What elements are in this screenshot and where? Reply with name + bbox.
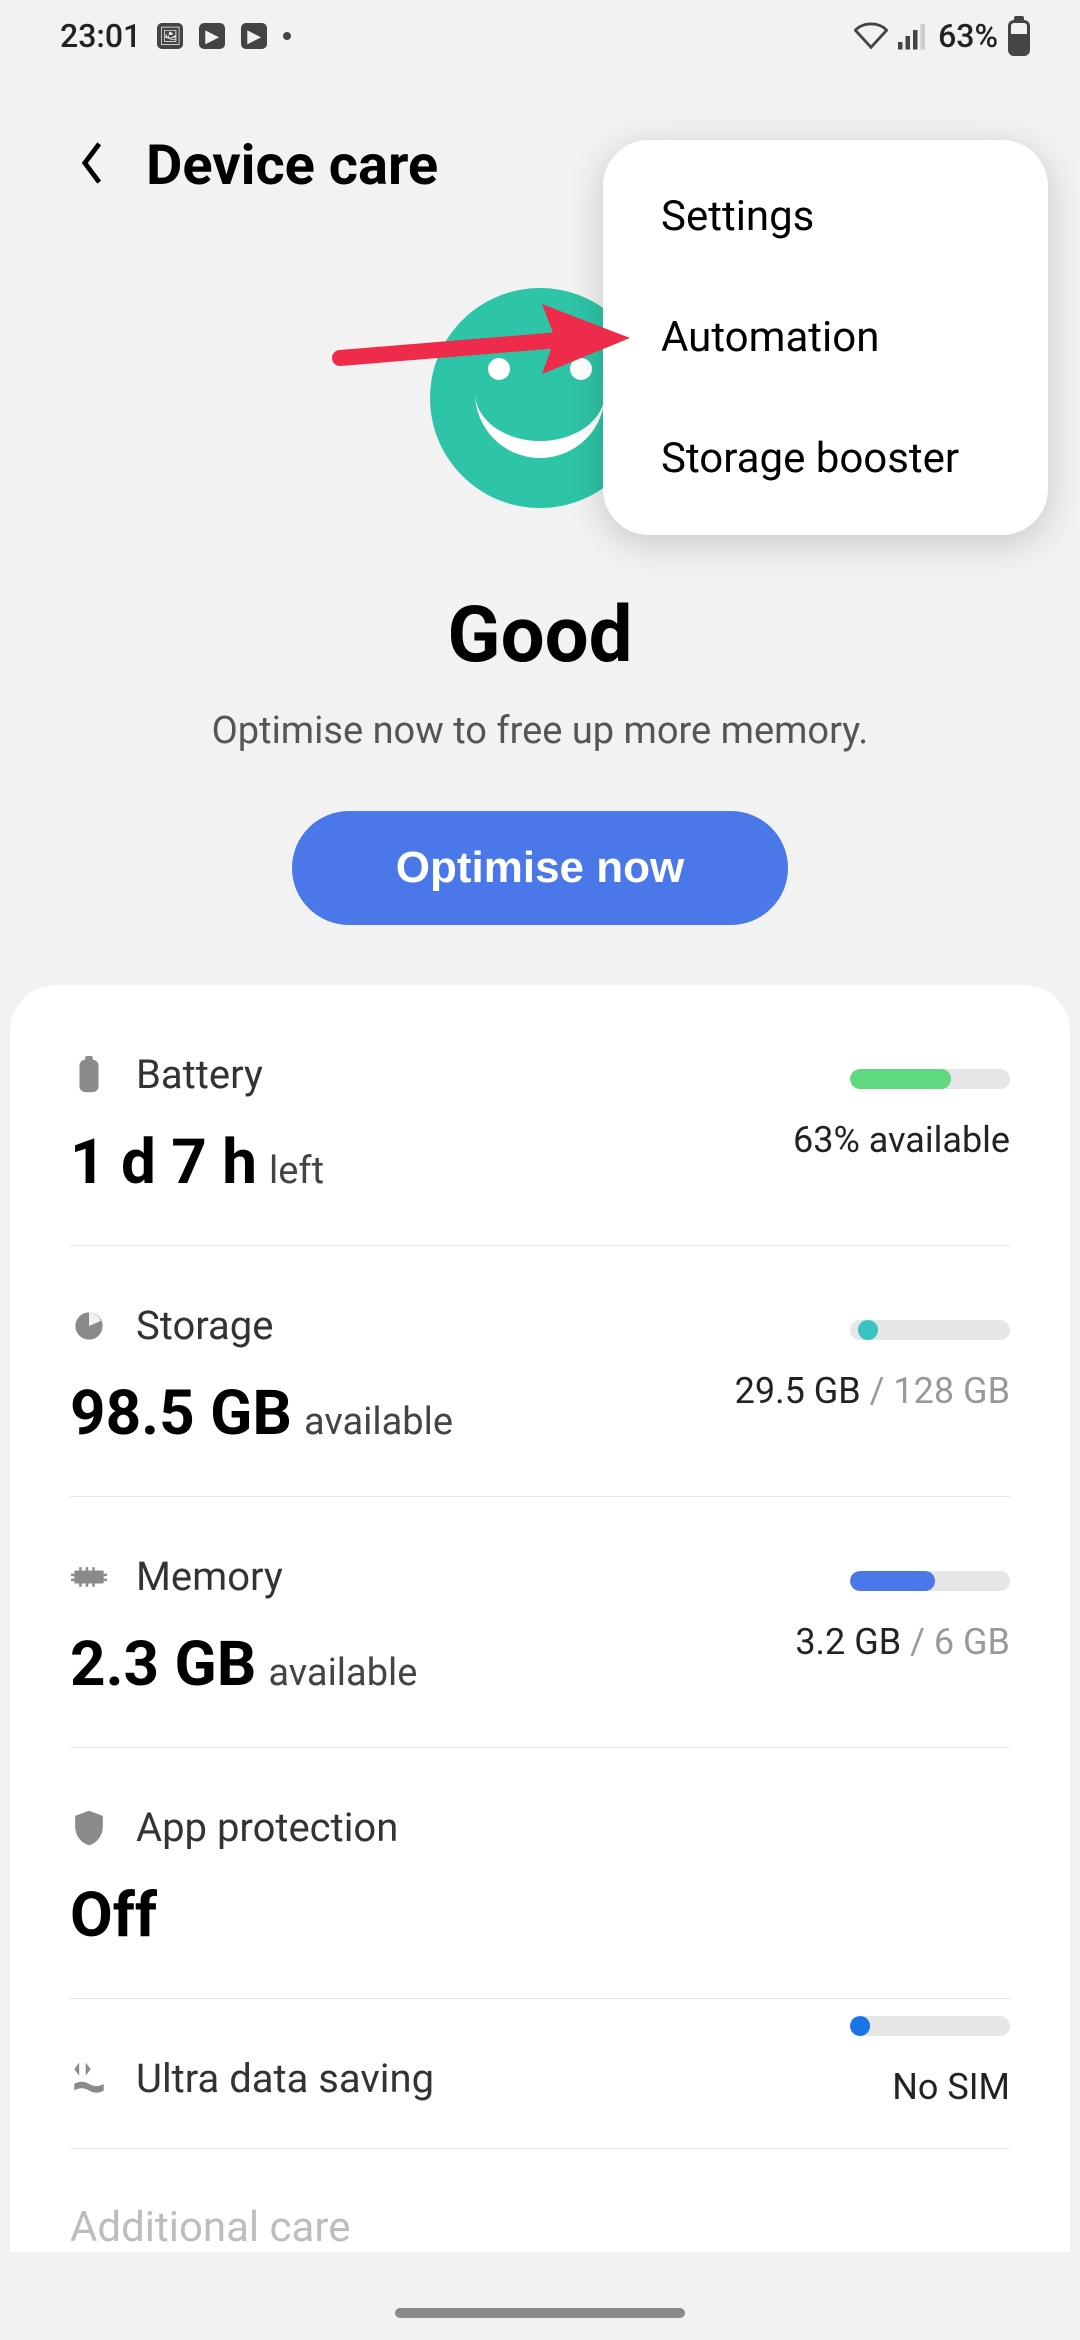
memory-bar — [850, 1571, 1010, 1591]
data-saving-icon — [70, 2060, 108, 2098]
memory-sep: / — [901, 1621, 934, 1663]
battery-unit: left — [269, 1149, 324, 1193]
storage-used: 29.5 GB — [735, 1370, 861, 1412]
storage-pie-icon — [70, 1307, 108, 1345]
signal-icon — [898, 22, 928, 50]
memory-unit: available — [268, 1651, 417, 1695]
memory-value: 2.3 GB — [70, 1628, 256, 1701]
video-icon: ▶ — [241, 23, 267, 49]
memory-label: Memory — [136, 1553, 283, 1600]
storage-usage: 29.5 GB / 128 GB — [735, 1370, 1010, 1412]
memory-used: 3.2 GB — [795, 1621, 901, 1663]
youtube-icon: ▶ — [199, 23, 225, 49]
dot-icon — [283, 32, 291, 40]
storage-row[interactable]: Storage 98.5 GB available 29.5 GB / 128 … — [70, 1246, 1010, 1497]
ultra-data-saving-row[interactable]: Ultra data saving No SIM — [70, 1999, 1010, 2149]
battery-row[interactable]: Battery 1 d 7 h left 63% available — [70, 995, 1010, 1246]
memory-usage: 3.2 GB / 6 GB — [795, 1621, 1010, 1663]
home-indicator[interactable] — [395, 2308, 685, 2318]
battery-icon — [70, 1056, 108, 1094]
ultra-data-bar — [850, 2016, 1010, 2036]
memory-total: 6 GB — [934, 1621, 1010, 1663]
storage-bar — [850, 1320, 1010, 1340]
storage-total: 128 GB — [893, 1370, 1010, 1412]
overflow-menu: Settings Automation Storage booster — [603, 140, 1048, 535]
battery-label: Battery — [136, 1051, 263, 1098]
app-protection-label: App protection — [136, 1804, 398, 1851]
status-battery-pct: 63% — [938, 17, 998, 55]
ultra-data-status: No SIM — [850, 2066, 1010, 2108]
details-card: Battery 1 d 7 h left 63% available Stora… — [10, 985, 1070, 2252]
device-status-title: Good — [40, 590, 1040, 681]
storage-unit: available — [304, 1400, 453, 1444]
optimise-now-button[interactable]: Optimise now — [292, 811, 788, 925]
status-clock: 23:01 — [60, 17, 141, 55]
battery-available: 63% available — [793, 1119, 1010, 1161]
gallery-icon: 🖼 — [157, 23, 183, 49]
additional-care-label[interactable]: Additional care — [70, 2149, 1010, 2252]
ultra-data-label: Ultra data saving — [136, 2055, 434, 2102]
battery-value: 1 d 7 h — [70, 1126, 257, 1199]
memory-chip-icon — [70, 1558, 108, 1596]
shield-icon — [70, 1809, 108, 1847]
status-bar: 23:01 🖼 ▶ ▶ 63% — [0, 0, 1080, 72]
storage-label: Storage — [136, 1302, 273, 1349]
app-protection-value: Off — [70, 1879, 157, 1952]
menu-item-storage-booster[interactable]: Storage booster — [603, 398, 1048, 519]
storage-sep: / — [861, 1370, 894, 1412]
menu-item-automation[interactable]: Automation — [603, 277, 1048, 398]
battery-bar — [850, 1069, 1010, 1089]
battery-icon — [1008, 16, 1030, 56]
storage-value: 98.5 GB — [70, 1377, 292, 1450]
wifi-icon — [854, 22, 888, 50]
device-status-subtitle: Optimise now to free up more memory. — [40, 709, 1040, 753]
memory-row[interactable]: Memory 2.3 GB available 3.2 GB / 6 GB — [70, 1497, 1010, 1748]
back-button[interactable] — [74, 139, 110, 191]
menu-item-settings[interactable]: Settings — [603, 156, 1048, 277]
app-protection-row[interactable]: App protection Off — [70, 1748, 1010, 1999]
page-title: Device care — [146, 132, 438, 198]
